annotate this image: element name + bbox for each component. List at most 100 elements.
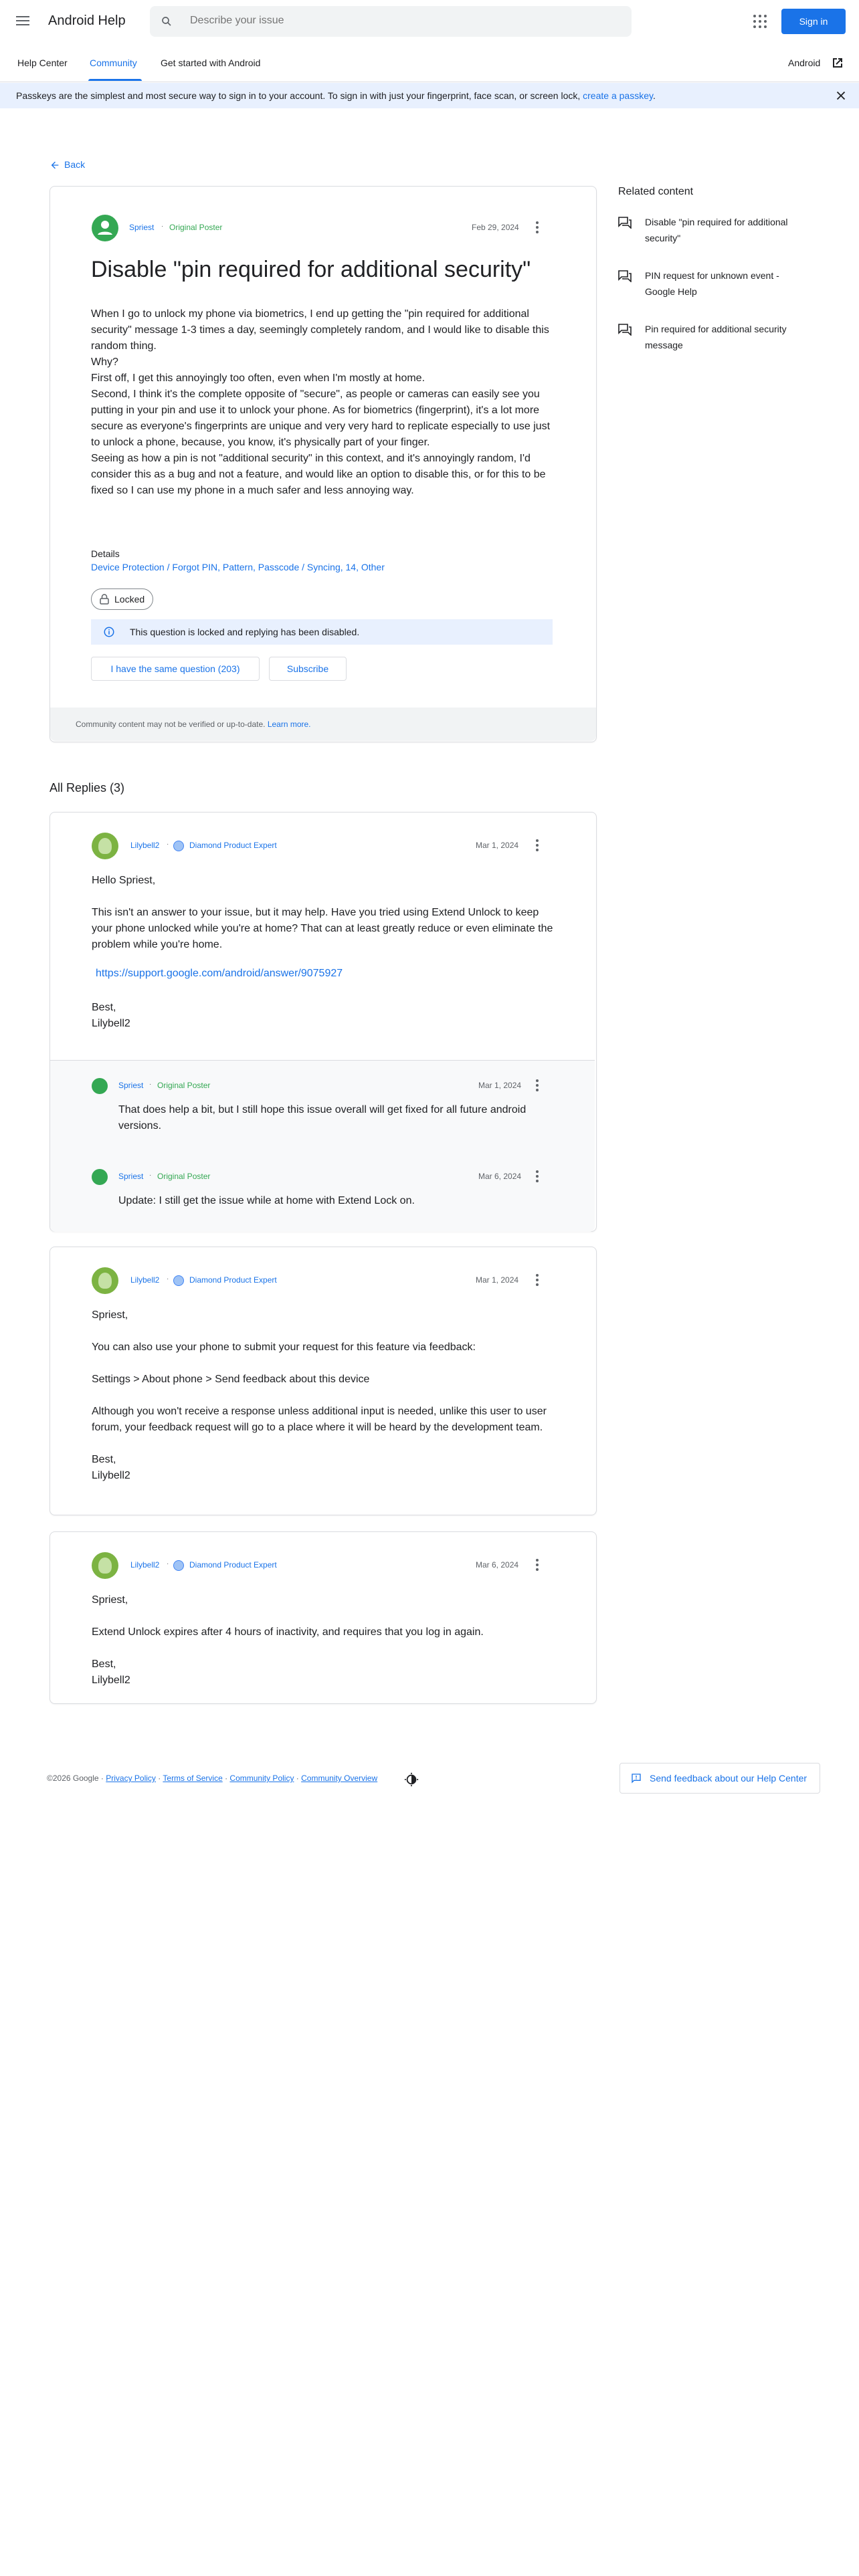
related-item[interactable]: Disable "pin required for additional sec… (618, 214, 819, 246)
sign-in-button[interactable]: Sign in (781, 9, 846, 34)
close-icon[interactable] (834, 88, 848, 103)
android-link[interactable]: Android (788, 58, 820, 68)
related-item-label: Pin required for additional security mes… (645, 324, 787, 350)
support-link[interactable]: https://support.google.com/android/answe… (96, 968, 343, 980)
details-categories[interactable]: Device Protection / Forgot PIN, Pattern,… (91, 562, 385, 572)
forum-icon (618, 324, 632, 336)
question-body: When I go to unlock my phone via biometr… (91, 308, 551, 496)
post-date: Feb 29, 2024 (472, 223, 519, 232)
active-tab-indicator (88, 79, 142, 81)
external-link-icon[interactable] (830, 55, 846, 71)
copyright: ©2026 Google (47, 1774, 99, 1783)
related-content-heading: Related content (618, 186, 694, 197)
person-icon (98, 221, 112, 235)
reply-body: Spriest, Extend Unlock expires after 4 h… (92, 1594, 484, 1686)
forum-icon (618, 270, 632, 282)
more-options-icon[interactable] (536, 1170, 539, 1184)
back-label: Back (64, 159, 86, 170)
arrow-back-icon (51, 161, 59, 169)
reply-body: Update: I still get the issue while at h… (118, 1195, 415, 1206)
avatar (92, 1267, 118, 1294)
author-name[interactable]: Lilybell2 (130, 1275, 159, 1285)
author-name[interactable]: Spriest (129, 223, 154, 232)
post-date: Mar 1, 2024 (476, 1275, 519, 1285)
locked-notice: This question is locked and replying has… (91, 619, 553, 645)
top-app-bar: Android Help Sign in (0, 0, 859, 43)
separator-dot: · (167, 1560, 169, 1568)
separator-dot: · (149, 1081, 152, 1088)
details-heading: Details (91, 548, 120, 559)
question-title: Disable "pin required for additional sec… (91, 257, 531, 282)
subscribe-button[interactable]: Subscribe (269, 657, 347, 681)
author-name[interactable]: Lilybell2 (130, 1560, 159, 1570)
search-input[interactable] (189, 14, 593, 27)
expert-badge: Diamond Product Expert (189, 841, 277, 850)
feedback-icon (632, 1774, 641, 1784)
nav-tabs: Help Center Community Get started with A… (0, 51, 859, 82)
privacy-policy-link[interactable]: Privacy Policy (106, 1774, 156, 1783)
author-name[interactable]: Lilybell2 (130, 841, 159, 850)
separator-dot: · (167, 841, 169, 848)
reply-body: Hello Spriest, This isn't an answer to y… (92, 875, 553, 950)
original-poster-badge: Original Poster (157, 1081, 211, 1090)
post-date: Mar 6, 2024 (478, 1172, 522, 1181)
author-name[interactable]: Spriest (118, 1081, 143, 1090)
product-title[interactable]: Android Help (48, 13, 126, 29)
author-name[interactable]: Spriest (118, 1172, 143, 1181)
banner-suffix: . (652, 90, 656, 101)
product-expert-icon (173, 1275, 184, 1286)
more-options-icon[interactable] (536, 221, 539, 235)
passkey-banner: Passkeys are the simplest and most secur… (0, 83, 859, 108)
reply-card: Lilybell2 · Diamond Product Expert Mar 6… (50, 1531, 597, 1704)
forum-icon (618, 217, 632, 229)
reply-card: Lilybell2 · Diamond Product Expert Mar 1… (50, 812, 597, 1232)
create-passkey-link[interactable]: create a passkey (583, 90, 653, 101)
reply-thread: Spriest · Original Poster Mar 1, 2024 Th… (50, 1060, 595, 1232)
back-link[interactable]: Back (50, 159, 85, 171)
feedback-label: Send feedback about our Help Center (650, 1773, 807, 1784)
reply-signature: Best, Lilybell2 (92, 1002, 130, 1029)
more-options-icon[interactable] (536, 1079, 539, 1093)
community-disclaimer: Community content may not be verified or… (50, 708, 596, 741)
more-options-icon[interactable] (536, 1274, 539, 1288)
terms-link[interactable]: Terms of Service (163, 1774, 222, 1783)
dark-mode-icon[interactable] (404, 1772, 419, 1787)
same-question-button[interactable]: I have the same question (203) (91, 657, 260, 681)
menu-icon[interactable] (15, 13, 31, 29)
related-item-label: Disable "pin required for additional sec… (645, 217, 788, 243)
tab-get-started[interactable]: Get started with Android (161, 58, 260, 68)
all-replies-heading: All Replies (3) (50, 781, 125, 794)
info-icon (104, 627, 114, 637)
post-date: Mar 6, 2024 (476, 1560, 519, 1570)
original-poster-badge: Original Poster (169, 223, 223, 232)
avatar (92, 1552, 118, 1579)
banner-text: Passkeys are the simplest and most secur… (16, 90, 583, 101)
post-date: Mar 1, 2024 (476, 841, 519, 850)
tab-community[interactable]: Community (90, 58, 137, 68)
google-apps-icon[interactable] (753, 15, 767, 28)
learn-more-link[interactable]: Learn more. (268, 720, 311, 729)
more-options-icon[interactable] (536, 1559, 539, 1573)
related-item[interactable]: Pin required for additional security mes… (618, 321, 819, 353)
avatar (92, 1169, 108, 1185)
community-policy-link[interactable]: Community Policy (229, 1774, 294, 1783)
post-date: Mar 1, 2024 (478, 1081, 522, 1090)
separator-dot: · (161, 223, 164, 230)
product-expert-icon (173, 841, 184, 851)
community-overview-link[interactable]: Community Overview (301, 1774, 377, 1783)
original-poster-badge: Original Poster (157, 1172, 211, 1181)
locked-notice-text: This question is locked and replying has… (130, 627, 360, 637)
separator-dot: · (149, 1172, 152, 1179)
search-box[interactable] (150, 6, 632, 37)
more-options-icon[interactable] (536, 839, 539, 853)
locked-chip: Locked (91, 588, 154, 610)
disclaimer-text: Community content may not be verified or… (76, 720, 268, 729)
reply-body: Spriest, You can also use your phone to … (92, 1309, 547, 1481)
locked-label: Locked (114, 594, 145, 605)
avatar (92, 1078, 108, 1094)
page-footer: ©2026 Google · Privacy Policy · Terms of… (47, 1774, 378, 1783)
send-feedback-button[interactable]: Send feedback about our Help Center (619, 1763, 820, 1794)
tab-help-center[interactable]: Help Center (17, 58, 68, 68)
lock-icon (100, 594, 109, 605)
related-item[interactable]: PIN request for unknown event - Google H… (618, 267, 819, 300)
